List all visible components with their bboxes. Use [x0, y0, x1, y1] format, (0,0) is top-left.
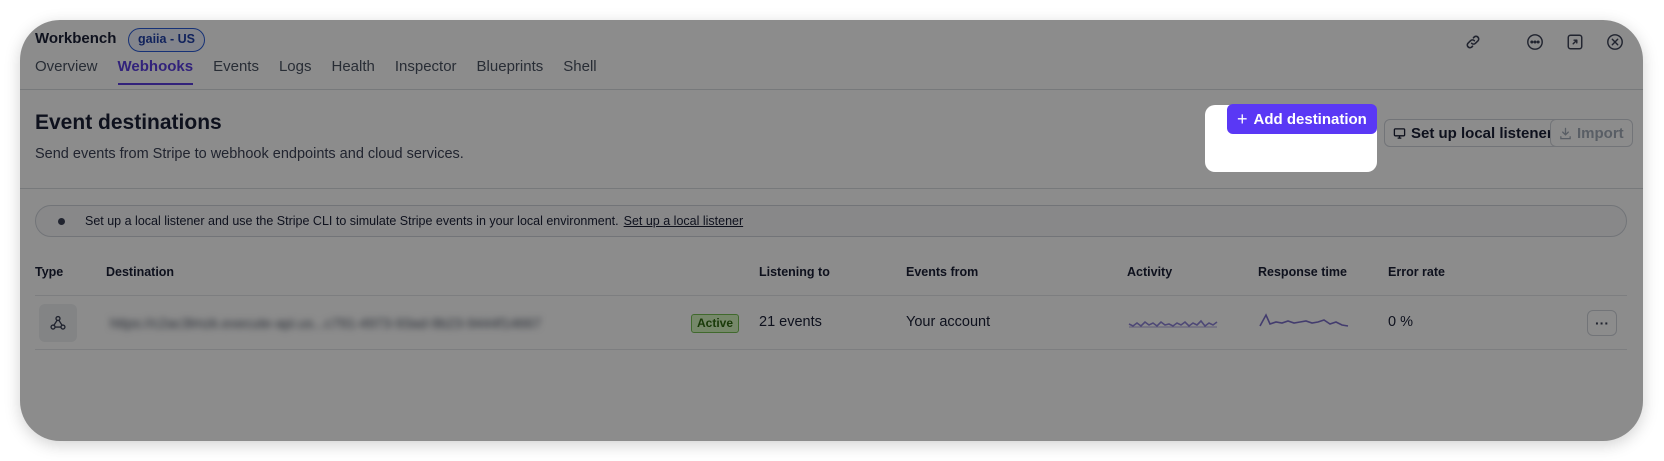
- events-from-value: Your account: [906, 314, 991, 330]
- table-header: Type Destination Listening to Events fro…: [20, 255, 1643, 295]
- table-row[interactable]: https://c2ac3lmzk.execute-api.us...c791-…: [35, 295, 1627, 350]
- listening-to-value: 21 events: [759, 314, 822, 330]
- add-destination-button[interactable]: + Add destination: [1227, 104, 1377, 134]
- column-header-listening-to[interactable]: Listening to: [759, 265, 830, 279]
- page-header: Event destinations Send events from Stri…: [20, 91, 1643, 189]
- error-rate-value: 0 %: [1388, 314, 1413, 330]
- link-icon[interactable]: [1463, 32, 1483, 52]
- tab-bar: Overview Webhooks Events Logs Health Ins…: [35, 58, 597, 85]
- tab-webhooks[interactable]: Webhooks: [117, 58, 194, 85]
- activity-sparkline: [1128, 319, 1218, 328]
- close-icon[interactable]: [1605, 32, 1625, 52]
- set-up-local-listener-label: Set up local listener: [1411, 124, 1553, 142]
- tab-health[interactable]: Health: [331, 58, 374, 85]
- local-listener-banner: Set up a local listener and use the Stri…: [35, 205, 1627, 237]
- add-destination-label: Add destination: [1253, 110, 1367, 128]
- window-controls: [1463, 32, 1625, 52]
- column-header-events-from[interactable]: Events from: [906, 265, 978, 279]
- column-header-activity[interactable]: Activity: [1127, 265, 1172, 279]
- column-header-response-time[interactable]: Response time: [1258, 265, 1347, 279]
- row-actions-button[interactable]: ···: [1587, 310, 1617, 336]
- tab-inspector[interactable]: Inspector: [395, 58, 457, 85]
- banner-link[interactable]: Set up a local listener: [624, 214, 744, 228]
- expand-icon[interactable]: [1565, 32, 1585, 52]
- tab-overview[interactable]: Overview: [35, 58, 98, 85]
- banner-text: Set up a local listener and use the Stri…: [85, 214, 619, 228]
- status-badge: Active: [691, 314, 740, 333]
- page-title: Event destinations: [35, 111, 222, 134]
- tab-blueprints[interactable]: Blueprints: [477, 58, 544, 85]
- destination-url[interactable]: https://c2ac3lmzk.execute-api.us...c791-…: [110, 315, 541, 331]
- column-header-destination[interactable]: Destination: [106, 265, 174, 279]
- plus-icon: +: [1237, 109, 1248, 129]
- env-badge[interactable]: gaiia - US: [128, 28, 205, 52]
- app-title: Workbench: [35, 30, 117, 47]
- webhook-icon: [39, 304, 77, 342]
- more-options-icon[interactable]: [1525, 32, 1545, 52]
- import-label: Import: [1577, 124, 1624, 142]
- monitor-icon: [1393, 127, 1406, 139]
- workbench-window: Workbench gaiia - US Overview Webhooks E…: [20, 20, 1643, 441]
- info-dot-icon: [58, 217, 65, 225]
- tab-events[interactable]: Events: [213, 58, 259, 85]
- page-subtitle: Send events from Stripe to webhook endpo…: [35, 146, 464, 162]
- column-header-type[interactable]: Type: [35, 265, 63, 279]
- download-icon: [1560, 127, 1571, 139]
- tab-shell[interactable]: Shell: [563, 58, 596, 85]
- set-up-local-listener-button[interactable]: Set up local listener: [1384, 119, 1562, 147]
- workbench-topbar: Workbench gaiia - US Overview Webhooks E…: [20, 20, 1643, 90]
- column-header-error-rate[interactable]: Error rate: [1388, 265, 1445, 279]
- import-button[interactable]: Import: [1550, 119, 1633, 147]
- response-time-sparkline: [1259, 313, 1349, 327]
- tab-logs[interactable]: Logs: [279, 58, 312, 85]
